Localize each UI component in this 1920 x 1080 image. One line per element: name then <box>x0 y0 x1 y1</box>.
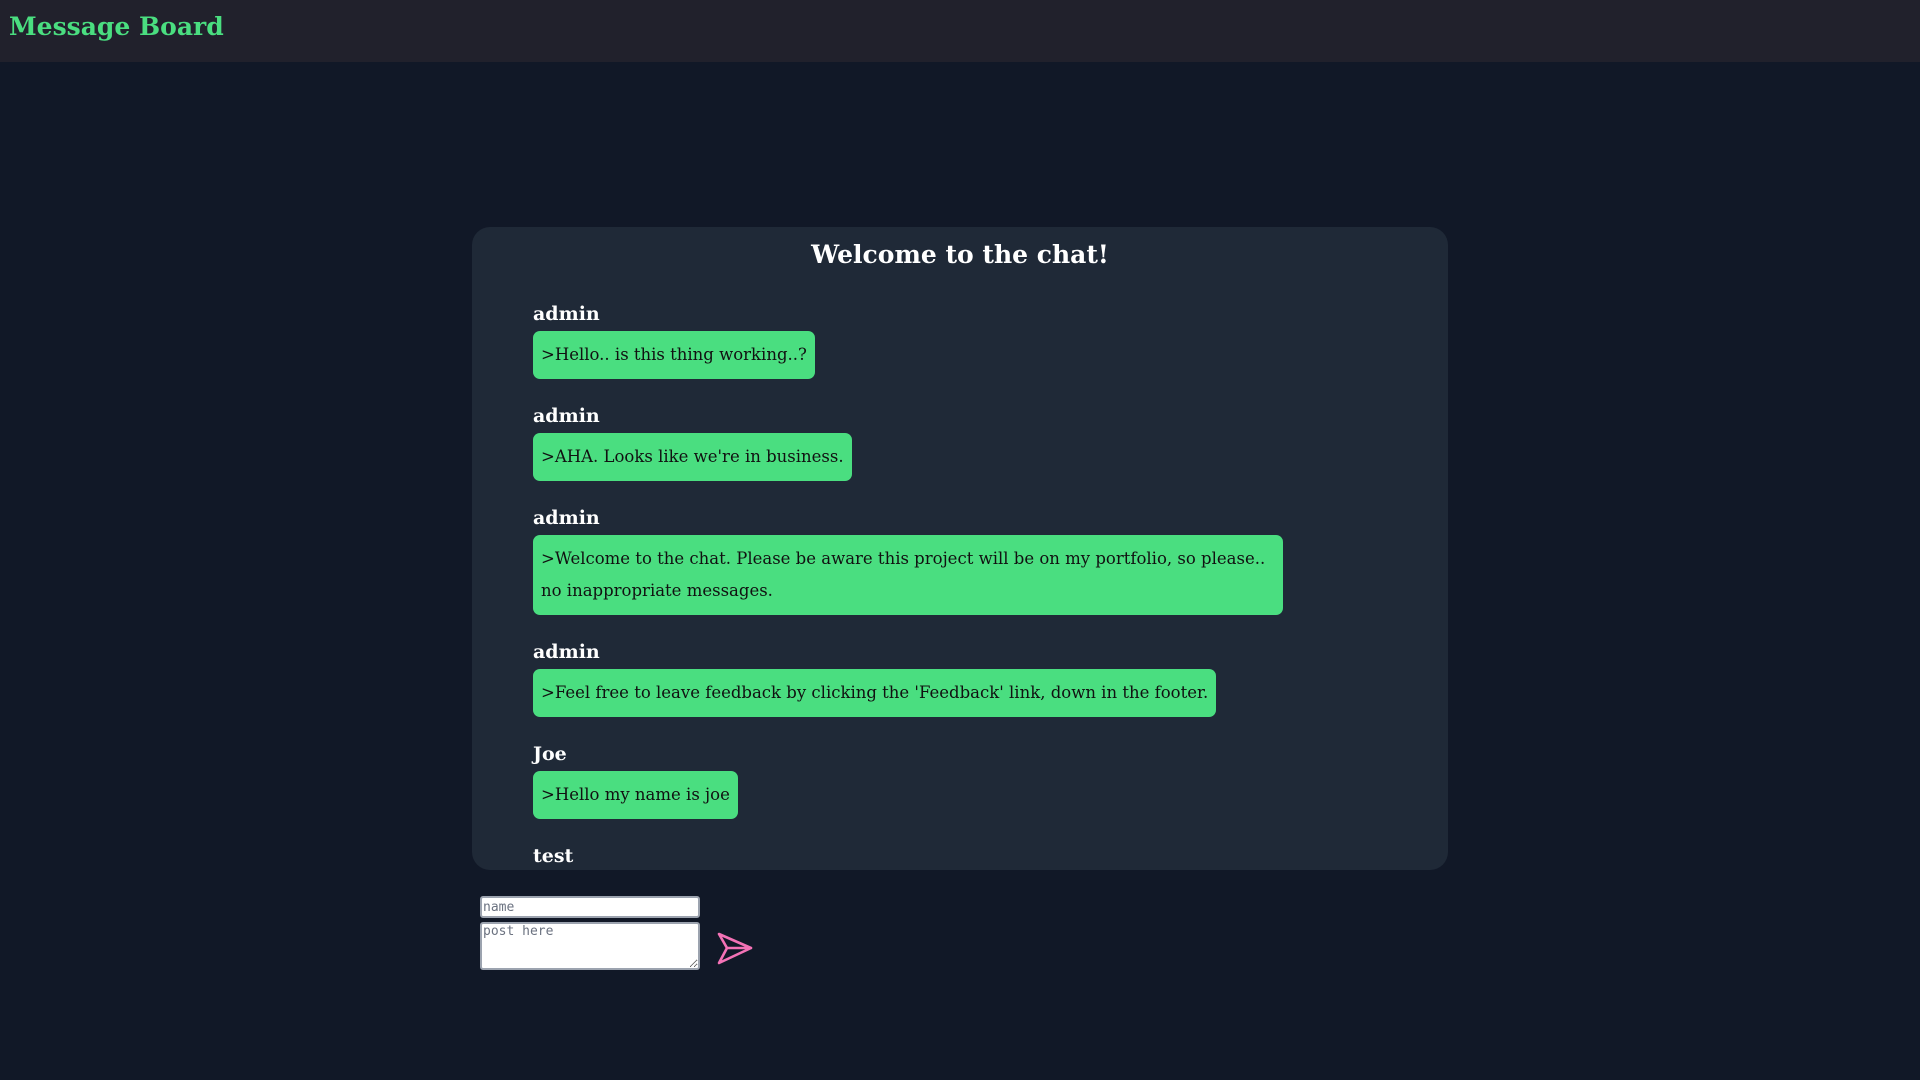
message-bubble: >AHA. Looks like we're in business. <box>533 433 852 481</box>
message-bubble: >Hello.. is this thing working..? <box>533 331 815 379</box>
send-button[interactable] <box>716 930 754 968</box>
message-author: admin <box>533 303 600 325</box>
top-navbar: Message Board <box>0 0 1920 62</box>
chat-title: Welcome to the chat! <box>811 240 1109 269</box>
post-textarea[interactable] <box>480 922 700 970</box>
message-author: admin <box>533 641 600 663</box>
message-item: admin >Feel free to leave feedback by cl… <box>533 635 1333 717</box>
message-author: admin <box>533 507 600 529</box>
message-author: test <box>533 845 574 867</box>
chat-panel[interactable]: Welcome to the chat! admin >Hello.. is t… <box>472 227 1448 870</box>
message-item: test <box>533 839 1333 870</box>
message-author: admin <box>533 405 600 427</box>
message-item: admin >AHA. Looks like we're in business… <box>533 399 1333 481</box>
message-item: admin >Hello.. is this thing working..? <box>533 297 1333 379</box>
message-bubble: >Welcome to the chat. Please be aware th… <box>533 535 1283 615</box>
brand-link[interactable]: Message Board <box>9 12 224 41</box>
paper-plane-icon <box>717 932 753 965</box>
message-bubble: >Feel free to leave feedback by clicking… <box>533 669 1217 717</box>
message-bubble: >Hello my name is joe <box>533 771 738 819</box>
name-input[interactable] <box>480 896 700 918</box>
message-list[interactable]: admin >Hello.. is this thing working..? … <box>533 297 1333 870</box>
message-item: Joe >Hello my name is joe <box>533 737 1333 819</box>
message-author: Joe <box>533 743 567 765</box>
message-item: admin >Welcome to the chat. Please be aw… <box>533 501 1333 615</box>
